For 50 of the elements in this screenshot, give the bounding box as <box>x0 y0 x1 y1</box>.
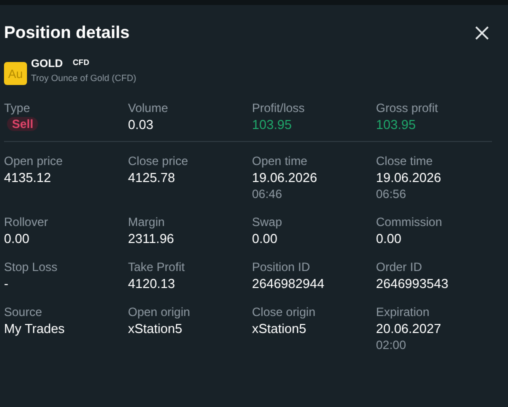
field-value: 4135.12 <box>4 170 51 185</box>
sell-badge: Sell <box>7 117 38 131</box>
field-label: Open price <box>4 154 63 168</box>
field-label: Order ID <box>376 260 422 274</box>
field-value: My Trades <box>4 321 65 336</box>
field-value: 4125.78 <box>128 170 175 185</box>
field-label: Take Profit <box>128 260 185 274</box>
field-label: Margin <box>128 215 165 229</box>
field-value: 19.06.2026 <box>252 170 318 185</box>
dialog-title: Position details <box>4 23 130 43</box>
field-value: 0.00 <box>252 231 278 246</box>
field-label: Position ID <box>252 260 310 274</box>
instrument-tag: CFD <box>72 58 90 67</box>
field-label: Open origin <box>128 305 190 319</box>
field-label: Profit/loss <box>252 101 305 115</box>
field-label: Type <box>4 101 30 115</box>
field-value: 103.95 <box>376 117 416 132</box>
time-value: 02:00 <box>376 338 406 352</box>
field-value: xStation5 <box>128 321 182 336</box>
field-value: 2311.96 <box>128 231 174 246</box>
field-label: Open time <box>252 154 308 168</box>
field-label: Volume <box>128 101 168 115</box>
field-value: 0.00 <box>4 231 30 246</box>
time-value: 06:46 <box>252 187 282 201</box>
field-value: 0.03 <box>128 117 154 132</box>
field-label: Close origin <box>252 305 316 319</box>
time-value: 06:56 <box>376 187 406 201</box>
field-label: Close time <box>376 154 433 168</box>
field-value: 20.06.2027 <box>376 321 442 336</box>
field-value: - <box>4 276 8 291</box>
field-label: Gross profit <box>376 101 438 115</box>
field-value: 4120.13 <box>128 276 175 291</box>
close-icon <box>474 25 490 41</box>
field-value: 0.00 <box>376 231 402 246</box>
field-label: Expiration <box>376 305 430 319</box>
field-label: Stop Loss <box>4 260 58 274</box>
instrument-logo: Au <box>4 62 27 85</box>
field-value: 2646982944 <box>252 276 324 291</box>
field-label: Close price <box>128 154 188 168</box>
field-label: Rollover <box>4 215 48 229</box>
instrument-symbol: GOLD <box>31 58 63 70</box>
close-button[interactable] <box>474 25 490 41</box>
field-label: Commission <box>376 215 442 229</box>
instrument-description: Troy Ounce of Gold (CFD) <box>31 73 136 83</box>
field-value: 19.06.2026 <box>376 170 442 185</box>
field-label: Swap <box>252 215 282 229</box>
field-value: 103.95 <box>252 117 292 132</box>
field-value: 2646993543 <box>376 276 448 291</box>
field-value: xStation5 <box>252 321 306 336</box>
field-label: Source <box>4 305 42 319</box>
